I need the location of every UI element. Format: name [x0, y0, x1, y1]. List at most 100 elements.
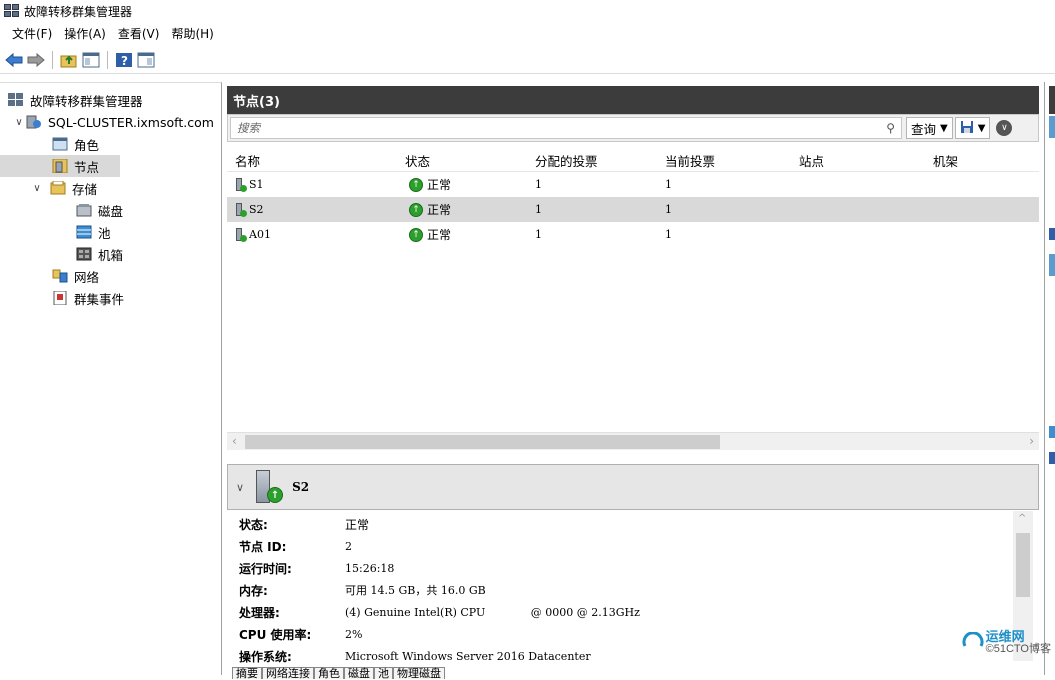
action-icon[interactable]	[1049, 228, 1055, 240]
help-icon[interactable]: ?	[114, 50, 134, 70]
actions-pane	[1044, 82, 1055, 675]
tree-item-pools[interactable]: 池	[0, 221, 221, 243]
detail-row: 节点 ID: 2	[227, 535, 1013, 557]
server-node-icon: ↑	[254, 470, 284, 504]
back-arrow-icon[interactable]	[4, 50, 24, 70]
nodes-table: 名称 状态 分配的投票 当前投票 站点 机架 S1 ↑ 正常 1 1 S2 ↑ 正常…	[227, 150, 1039, 247]
detail-label: 处理器:	[239, 605, 280, 620]
column-header-status[interactable]: 状态	[397, 151, 527, 170]
action-icon[interactable]	[1049, 426, 1055, 438]
tree-root-label: 故障转移群集管理器	[30, 93, 143, 109]
menu-file[interactable]: 文件(F)	[8, 25, 60, 42]
tree-cluster[interactable]: ∨ SQL-CLUSTER.ixmsoft.com	[0, 111, 221, 133]
chevron-down-icon[interactable]: ∨	[30, 183, 44, 194]
collapse-chevron-icon[interactable]: ∨	[236, 481, 244, 494]
tree-item-label: 池	[98, 225, 111, 241]
storage-icon	[50, 180, 66, 195]
table-row[interactable]: S2 ↑ 正常 1 1	[227, 197, 1039, 222]
menu-help[interactable]: 帮助(H)	[167, 25, 221, 42]
scroll-right-icon[interactable]: ›	[1029, 434, 1034, 448]
column-header-site[interactable]: 站点	[791, 151, 925, 170]
detail-value: 可用 14.5 GB，共 16.0 GB	[345, 584, 486, 597]
tree-item-nodes[interactable]: 节点	[0, 155, 120, 177]
tree-item-roles[interactable]: 角色	[0, 133, 221, 155]
title-bar: 故障转移群集管理器	[0, 0, 1055, 22]
current-votes: 1	[665, 228, 672, 241]
node-status: 正常	[427, 228, 452, 242]
scrollbar-thumb[interactable]	[245, 435, 720, 449]
watermark-text: 运维网	[985, 629, 1025, 644]
folder-up-icon[interactable]	[59, 50, 79, 70]
details-panel: 状态: 正常 节点 ID: 2 运行时间: 15:26:18 内存: 可用 14.5 G…	[227, 511, 1013, 675]
cluster-manager-icon	[4, 4, 20, 18]
column-header-rack[interactable]: 机架	[925, 151, 1035, 170]
tree-item-storage[interactable]: ∨ 存储	[0, 177, 221, 199]
enclosure-icon	[76, 247, 92, 261]
tree-item-label: 磁盘	[98, 203, 124, 219]
menu-action[interactable]: 操作(A)	[60, 25, 114, 42]
svg-text:?: ?	[121, 54, 128, 68]
detail-value: (4) Genuine Intel(R) CPU @ 0000 @ 2.13GH…	[345, 605, 640, 619]
table-row[interactable]: S1 ↑ 正常 1 1	[227, 172, 1039, 197]
tab-pools[interactable]: 池	[374, 667, 393, 679]
detail-row: 运行时间: 15:26:18	[227, 557, 1013, 579]
tree-item-enclosures[interactable]: 机箱	[0, 243, 221, 265]
detail-label: 状态:	[239, 517, 268, 532]
column-header-assigned-votes[interactable]: 分配的投票	[527, 151, 657, 170]
current-votes: 1	[665, 178, 672, 191]
detail-value: Microsoft Windows Server 2016 Datacenter	[345, 649, 591, 663]
disk-icon	[76, 203, 92, 217]
column-header-name[interactable]: 名称	[227, 151, 397, 170]
tree-item-events[interactable]: 群集事件	[0, 287, 221, 309]
pane-header: 节点(3)	[227, 86, 1039, 114]
chevron-down-icon: ▼	[977, 122, 986, 134]
tree-item-label: 存储	[72, 181, 98, 197]
watermark: 运维网 ©51CTO博客	[962, 630, 1051, 656]
toolbar: ?	[0, 46, 1055, 74]
scrollbar-thumb[interactable]	[1016, 533, 1030, 597]
tab-summary[interactable]: 摘要	[232, 667, 262, 679]
tab-disks[interactable]: 磁盘	[344, 667, 374, 679]
toolbar-separator	[107, 50, 108, 69]
toolbar-separator	[52, 50, 53, 69]
node-name: A01	[249, 228, 271, 241]
assigned-votes: 1	[535, 203, 542, 216]
chevron-down-icon[interactable]: ∨	[12, 117, 26, 128]
tree-item-networks[interactable]: 网络	[0, 265, 221, 287]
window-title: 故障转移群集管理器	[24, 4, 133, 19]
table-row[interactable]: A01 ↑ 正常 1 1	[227, 222, 1039, 247]
column-header-current-votes[interactable]: 当前投票	[657, 151, 791, 170]
expand-icon[interactable]: ∨	[996, 120, 1013, 136]
roles-icon	[52, 137, 68, 151]
detail-label: CPU 使用率:	[239, 627, 312, 642]
nodes-icon	[52, 158, 68, 174]
tab-physical-disks[interactable]: 物理磁盘	[393, 667, 445, 679]
details-title: S2	[292, 480, 310, 494]
save-query-button[interactable]: ▼	[954, 117, 991, 139]
scroll-up-icon[interactable]: ^	[1018, 513, 1026, 524]
detail-row: 内存: 可用 14.5 GB，共 16.0 GB	[227, 579, 1013, 601]
query-button[interactable]: 查询 ▼	[906, 117, 953, 139]
tree-cluster-label: SQL-CLUSTER.ixmsoft.com	[48, 114, 214, 130]
search-input[interactable]: 搜索 ⚲	[230, 117, 902, 139]
search-icon[interactable]: ⚲	[886, 121, 895, 135]
action-pane-icon[interactable]	[136, 50, 156, 70]
watermark-logo-icon	[962, 632, 984, 647]
horizontal-scrollbar[interactable]: ‹ ›	[227, 432, 1039, 450]
scroll-left-icon[interactable]: ‹	[232, 434, 237, 448]
tab-roles[interactable]: 角色	[314, 667, 344, 679]
detail-row: 状态: 正常	[227, 513, 1013, 535]
forward-arrow-icon[interactable]	[26, 50, 46, 70]
detail-value: 2%	[345, 627, 363, 641]
tree-item-disks[interactable]: 磁盘	[0, 199, 221, 221]
menu-view[interactable]: 查看(V)	[114, 25, 168, 42]
console-tree-icon[interactable]	[81, 50, 101, 70]
tree-item-label: 节点	[74, 159, 100, 175]
actions-section	[1049, 116, 1055, 138]
tree-root[interactable]: 故障转移群集管理器	[0, 89, 221, 111]
detail-value: 15:26:18	[345, 561, 395, 575]
tab-network-connections[interactable]: 网络连接	[262, 667, 314, 679]
detail-value: 2	[345, 539, 352, 553]
action-icon[interactable]	[1049, 452, 1055, 464]
network-icon	[52, 269, 68, 283]
